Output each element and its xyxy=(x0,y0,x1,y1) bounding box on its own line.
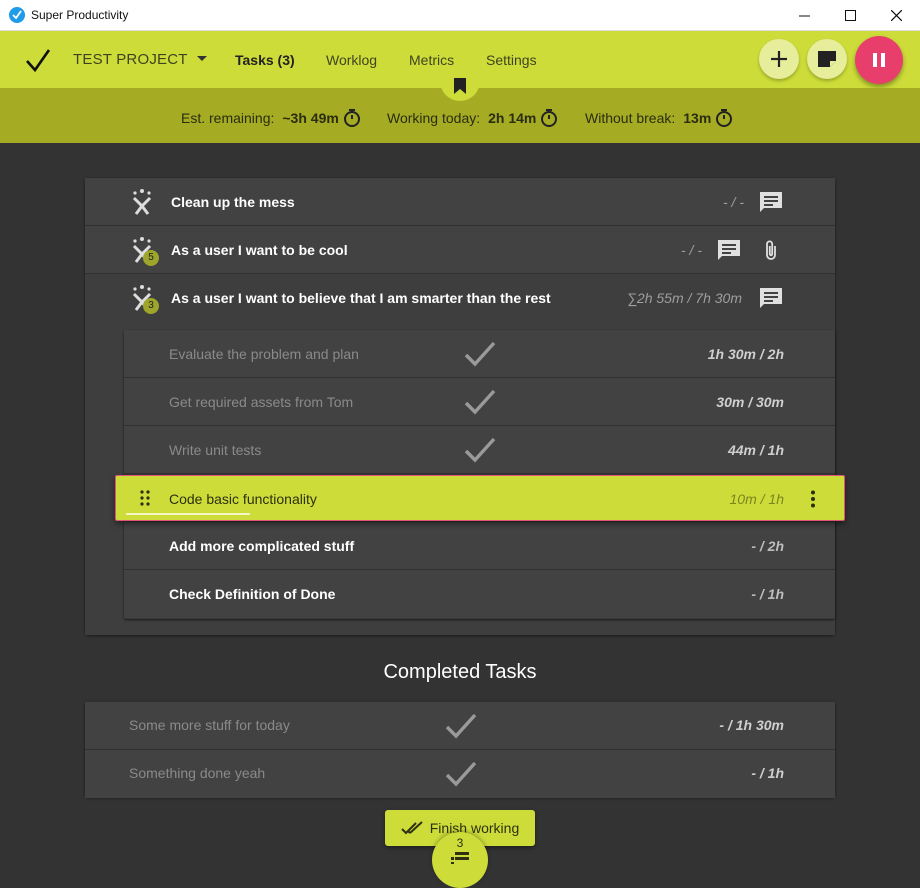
window-titlebar: Super Productivity xyxy=(0,0,920,31)
maximize-icon xyxy=(844,9,856,21)
task-row[interactable]: Clean up the mess - / - xyxy=(85,178,835,226)
task-attachments-button[interactable] xyxy=(759,238,783,262)
subtask-row[interactable]: Add more complicated stuff - / 2h xyxy=(124,522,835,570)
subtask-title[interactable]: Add more complicated stuff xyxy=(169,538,354,554)
current-task-time: 10m / 1h xyxy=(729,491,784,507)
app-check-logo-icon[interactable] xyxy=(26,49,51,78)
subtask-count-badge: 5 xyxy=(143,250,159,266)
task-notes-button[interactable] xyxy=(759,190,783,214)
current-task-title[interactable]: Code basic functionality xyxy=(169,491,317,507)
stat-without-break: Without break: 13m xyxy=(585,108,733,128)
jira-issue-icon xyxy=(132,189,152,215)
subtask-time: 1h 30m / 2h xyxy=(707,346,784,362)
nav-tasks[interactable]: Tasks (3) xyxy=(235,52,295,68)
note-icon xyxy=(818,51,836,67)
task-row[interactable]: 3 As a user I want to believe that I am … xyxy=(85,274,835,635)
close-icon xyxy=(890,9,902,21)
more-vert-icon[interactable] xyxy=(810,490,816,508)
minimize-button[interactable] xyxy=(781,0,827,30)
chevron-down-icon xyxy=(196,55,207,61)
nav-worklog[interactable]: Worklog xyxy=(326,52,377,68)
subtask-row[interactable]: Get required assets from Tom 30m / 30m xyxy=(124,378,835,426)
task-title[interactable]: Clean up the mess xyxy=(171,194,295,210)
subtask-title[interactable]: Check Definition of Done xyxy=(169,586,335,602)
subtask-time: 30m / 30m xyxy=(716,394,784,410)
close-button[interactable] xyxy=(873,0,919,30)
stat-remaining: Est. remaining: ~3h 49m xyxy=(181,108,361,128)
subtask-time: - / 1h xyxy=(751,586,784,602)
subtask-title[interactable]: Get required assets from Tom xyxy=(169,394,353,410)
check-icon xyxy=(464,437,496,463)
stat-label: Working today: xyxy=(387,110,481,126)
subtask-time: 44m / 1h xyxy=(727,442,784,458)
nav-metrics[interactable]: Metrics xyxy=(409,52,454,68)
project-name: TEST PROJECT xyxy=(73,51,188,68)
check-icon xyxy=(445,713,477,739)
finish-working-label: Finish working xyxy=(429,820,520,836)
completed-task-title[interactable]: Some more stuff for today xyxy=(129,717,290,733)
task-row[interactable]: 5 As a user I want to be cool - / - xyxy=(85,226,835,274)
pause-button[interactable] xyxy=(855,36,903,84)
task-time: ∑2h 55m / 7h 30m xyxy=(626,290,742,306)
timer-icon xyxy=(541,109,558,127)
comment-icon xyxy=(718,240,740,260)
check-icon xyxy=(445,761,477,787)
current-task-row[interactable]: Code basic functionality 10m / 1h xyxy=(115,475,845,521)
subtask-count-badge: 3 xyxy=(143,298,159,314)
stat-value: ~3h 49m xyxy=(282,110,339,126)
timer-icon xyxy=(343,109,360,127)
comment-icon xyxy=(760,192,782,212)
stat-working-today: Working today: 2h 14m xyxy=(387,108,558,128)
task-list: Clean up the mess - / - 5 As a user I wa… xyxy=(85,178,835,635)
completed-task-row[interactable]: Something done yeah - / 1h xyxy=(85,750,835,798)
check-icon xyxy=(464,389,496,415)
notes-button[interactable] xyxy=(807,39,847,79)
completed-task-time: - / 1h xyxy=(751,765,784,781)
comment-icon xyxy=(760,288,782,308)
subtask-title[interactable]: Write unit tests xyxy=(169,442,261,458)
task-notes-button[interactable] xyxy=(759,286,783,310)
list-icon xyxy=(451,852,469,864)
pause-icon xyxy=(873,53,885,67)
add-icon xyxy=(771,51,787,67)
backlog-toggle-button[interactable]: 3 xyxy=(432,832,488,888)
timer-icon xyxy=(716,109,733,127)
add-task-button[interactable] xyxy=(759,39,799,79)
stat-value: 13m xyxy=(683,110,712,126)
project-switcher[interactable]: TEST PROJECT xyxy=(73,51,207,68)
task-title[interactable]: As a user I want to believe that I am sm… xyxy=(171,290,551,306)
minimize-icon xyxy=(798,15,810,16)
nav-settings[interactable]: Settings xyxy=(486,52,537,68)
task-title[interactable]: As a user I want to be cool xyxy=(171,242,348,258)
completed-tasks-heading: Completed Tasks xyxy=(383,661,537,683)
done-all-icon xyxy=(401,821,423,835)
check-icon xyxy=(464,341,496,367)
window-title: Super Productivity xyxy=(31,8,129,22)
attachment-icon xyxy=(766,240,776,260)
stat-label: Without break: xyxy=(585,110,676,126)
completed-task-list: Some more stuff for today - / 1h 30m Som… xyxy=(85,702,835,798)
subtask-time: - / 2h xyxy=(751,538,784,554)
task-time: - / - xyxy=(723,194,744,210)
subtask-title[interactable]: Evaluate the problem and plan xyxy=(169,346,359,362)
completed-task-time: - / 1h 30m xyxy=(719,717,784,733)
subtask-row[interactable]: Write unit tests 44m / 1h xyxy=(124,426,835,474)
drag-handle-icon[interactable] xyxy=(140,490,150,506)
task-time: - / - xyxy=(681,242,702,258)
maximize-button[interactable] xyxy=(827,0,873,30)
stat-label: Est. remaining: xyxy=(181,110,275,126)
task-progress-bar xyxy=(126,513,250,515)
completed-task-title[interactable]: Something done yeah xyxy=(129,765,265,781)
subtask-row[interactable]: Evaluate the problem and plan 1h 30m / 2… xyxy=(124,330,835,378)
bookmark-icon xyxy=(454,78,466,94)
app-logo-icon xyxy=(9,7,25,23)
subtask-row[interactable]: Check Definition of Done - / 1h xyxy=(124,570,835,618)
completed-task-row[interactable]: Some more stuff for today - / 1h 30m xyxy=(85,702,835,750)
stat-value: 2h 14m xyxy=(488,110,537,126)
backlog-count: 3 xyxy=(456,836,464,850)
task-notes-button[interactable] xyxy=(717,238,741,262)
